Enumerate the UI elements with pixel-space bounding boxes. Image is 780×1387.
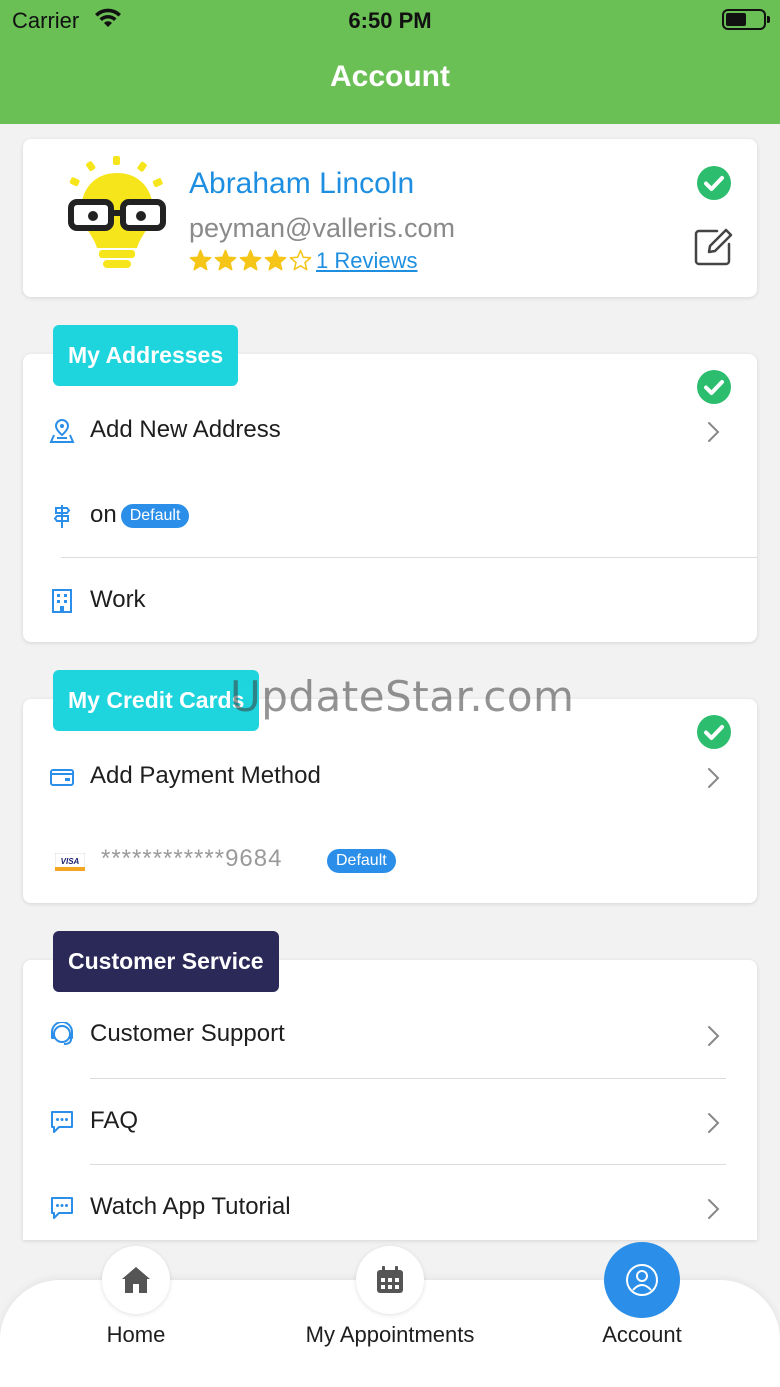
address-item-work[interactable]: Work <box>23 566 757 636</box>
faq-label: FAQ <box>90 1107 139 1134</box>
add-payment-method-row[interactable]: Add Payment Method <box>23 742 757 812</box>
default-badge: Default <box>327 849 396 873</box>
watch-app-tutorial-label: Watch App Tutorial <box>90 1193 291 1220</box>
tab-account-label: Account <box>602 1322 682 1347</box>
status-time: 6:50 PM <box>348 8 432 33</box>
star-filled-icon <box>264 249 287 277</box>
tab-home-label: Home <box>106 1322 166 1347</box>
divider <box>61 557 757 558</box>
account-icon <box>604 1242 680 1318</box>
customer-support-row[interactable]: Customer Support <box>23 1000 757 1070</box>
divider <box>90 1164 726 1165</box>
address-item-home[interactable]: on Default <box>23 481 757 551</box>
chevron-right-icon <box>707 1111 721 1135</box>
tab-my-appointments-label: My Appointments <box>305 1322 475 1347</box>
watch-app-tutorial-row[interactable]: Watch App Tutorial <box>23 1173 757 1243</box>
edit-profile-icon[interactable] <box>693 225 735 267</box>
star-empty-icon <box>289 249 312 277</box>
add-new-address-row[interactable]: Add New Address <box>23 396 757 466</box>
avatar <box>65 156 169 274</box>
customer-support-label: Customer Support <box>90 1020 285 1047</box>
chevron-right-icon <box>707 1197 721 1221</box>
default-badge: Default <box>120 503 190 528</box>
credit-card-icon <box>49 764 75 790</box>
reviews-link[interactable]: 1 Reviews <box>316 248 417 274</box>
visa-brand: VISA <box>61 857 80 866</box>
masked-card-number: ************9684 <box>101 845 283 872</box>
address-label: on <box>90 501 117 528</box>
home-icon <box>102 1246 170 1314</box>
customer-service-tag: Customer Service <box>53 931 279 992</box>
map-pin-icon <box>49 418 75 444</box>
user-name: Abraham Lincoln <box>189 167 415 200</box>
rating-stars <box>189 249 312 277</box>
user-email: peyman@valleris.com <box>189 213 455 243</box>
faq-row[interactable]: FAQ <box>23 1087 757 1157</box>
signpost-icon <box>49 503 75 529</box>
chevron-right-icon <box>707 1024 721 1048</box>
add-new-address-label: Add New Address <box>90 416 281 443</box>
star-filled-icon <box>214 249 237 277</box>
chevron-right-icon <box>707 766 721 790</box>
chat-bubble-icon <box>49 1195 75 1221</box>
calendar-icon <box>356 1246 424 1314</box>
tab-home[interactable]: Home <box>6 1246 266 1387</box>
status-bar: Carrier 6:50 PM <box>0 0 780 40</box>
chevron-right-icon <box>707 420 721 444</box>
addresses-card: Add New Address on Default Work <box>23 354 757 642</box>
building-icon <box>49 588 75 614</box>
my-addresses-tag: My Addresses <box>53 325 239 386</box>
page-title: Account <box>330 60 450 93</box>
divider <box>90 1078 726 1079</box>
tab-account[interactable]: Account <box>512 1242 772 1387</box>
tab-my-appointments[interactable]: My Appointments <box>260 1246 520 1387</box>
nav-bar: Account <box>0 40 780 124</box>
verified-check-icon <box>696 165 732 201</box>
bottom-tab-bar: Home My Appointments Account <box>0 1242 780 1387</box>
star-filled-icon <box>189 249 212 277</box>
battery-icon <box>722 9 770 30</box>
star-filled-icon <box>239 249 262 277</box>
profile-card: Abraham Lincoln peyman@valleris.com 1 Re… <box>23 139 757 297</box>
address-label: Work <box>90 586 146 613</box>
my-credit-cards-tag: My Credit Cards <box>53 670 260 731</box>
visa-logo-icon: VISA <box>54 852 86 872</box>
chat-bubble-icon <box>49 1109 75 1135</box>
add-payment-method-label: Add Payment Method <box>90 762 321 789</box>
headset-icon <box>49 1021 75 1048</box>
customer-service-card: Customer Support FAQ Watch App Tutorial <box>23 960 757 1240</box>
